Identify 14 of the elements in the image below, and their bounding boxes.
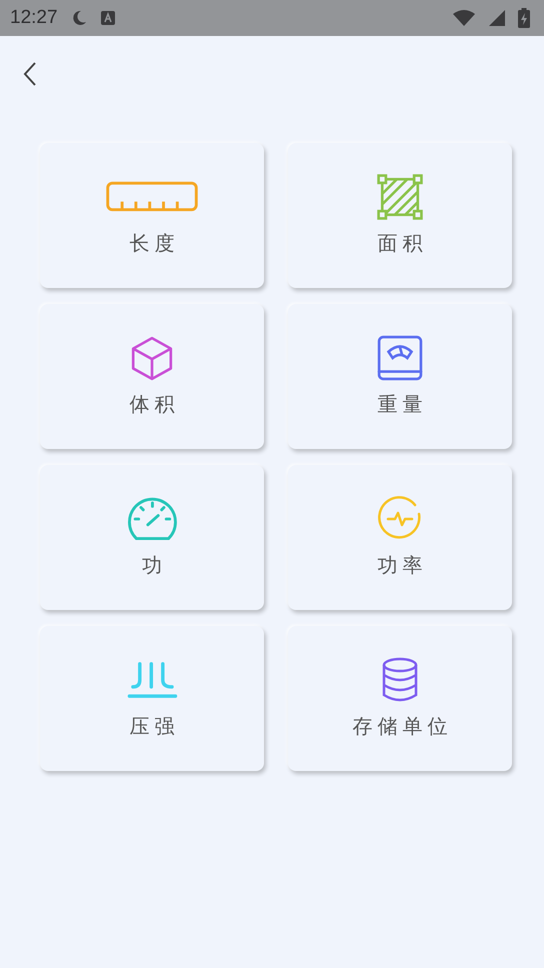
category-card[interactable]: 功率 [288,465,512,610]
category-card[interactable]: 压强 [40,626,264,771]
category-card[interactable]: 体积 [40,304,264,449]
keyboard-icon [100,10,116,26]
category-card[interactable]: 存储单位 [288,626,512,771]
category-card[interactable]: 重量 [288,304,512,449]
back-icon [22,61,38,87]
wifi-icon [452,9,476,27]
category-card[interactable]: 功 [40,465,264,610]
category-card[interactable]: 面积 [288,143,512,288]
battery-icon [518,8,530,28]
signal-icon [488,9,506,27]
category-card[interactable]: 长度 [40,143,264,288]
status-time: 12:27 [10,7,58,29]
